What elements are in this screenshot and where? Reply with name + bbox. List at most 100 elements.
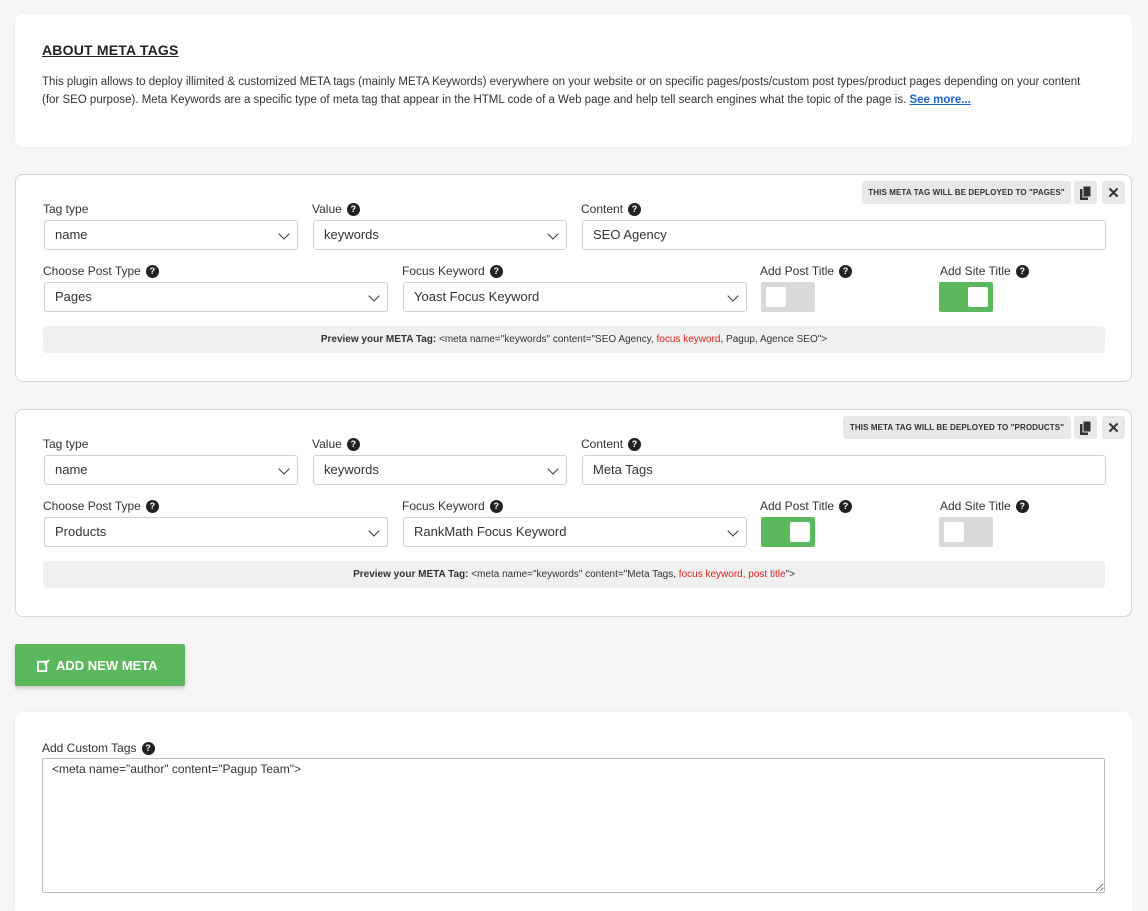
post-type-value: Pages	[55, 289, 92, 304]
add-site-title-label: Add Site Title?	[940, 499, 1029, 513]
add-new-meta-button[interactable]: ADD NEW META	[15, 644, 185, 686]
value-label: Value?	[312, 437, 360, 451]
post-type-label-text: Choose Post Type	[43, 264, 141, 278]
chevron-down-icon	[368, 290, 380, 302]
tag-type-label-text: Tag type	[43, 202, 89, 216]
remove-button[interactable]: ✕	[1102, 416, 1125, 439]
chevron-down-icon	[278, 228, 290, 240]
value-label: Value?	[312, 202, 360, 216]
meta-preview: Preview your META Tag: <meta name="keywo…	[43, 326, 1105, 353]
post-type-value: Products	[55, 524, 107, 539]
help-icon[interactable]: ?	[489, 499, 503, 513]
content-label: Content?	[581, 437, 642, 451]
help-icon[interactable]: ?	[141, 741, 155, 755]
focus-keyword-label-text: Focus Keyword	[402, 499, 485, 513]
content-input[interactable]: SEO Agency	[582, 220, 1106, 250]
content-label-text: Content	[581, 202, 624, 216]
preview-text: <meta name="keywords" content="Meta Tags…	[471, 569, 679, 580]
see-more-link[interactable]: See more...	[909, 94, 970, 106]
tag-type-value: name	[55, 462, 88, 477]
help-icon[interactable]: ?	[839, 264, 853, 278]
about-title: ABOUT META TAGS	[42, 42, 179, 58]
add-new-meta-label: ADD NEW META	[56, 657, 158, 673]
post-type-label: Choose Post Type?	[43, 264, 159, 278]
help-icon[interactable]: ?	[839, 499, 853, 513]
value-label-text: Value	[312, 437, 342, 451]
help-icon[interactable]: ?	[145, 264, 159, 278]
value-value: keywords	[324, 227, 379, 242]
focus-keyword-select[interactable]: Yoast Focus Keyword	[403, 282, 747, 312]
add-post-title-toggle[interactable]	[761, 282, 815, 312]
deploy-badge: THIS META TAG WILL BE DEPLOYED TO "PAGES…	[862, 181, 1071, 204]
value-select[interactable]: keywords	[313, 455, 567, 485]
tag-type-select[interactable]: name	[44, 220, 298, 250]
help-icon[interactable]: ?	[145, 499, 159, 513]
preview-text: <meta name="keywords" content="SEO Agenc…	[439, 334, 657, 345]
meta-tag-card: THIS META TAG WILL BE DEPLOYED TO "PAGES…	[15, 174, 1132, 382]
content-label: Content?	[581, 202, 642, 216]
focus-keyword-label: Focus Keyword?	[402, 499, 503, 513]
focus-keyword-label: Focus Keyword?	[402, 264, 503, 278]
content-input[interactable]: Meta Tags	[582, 455, 1106, 485]
chevron-down-icon	[727, 290, 739, 302]
copy-icon	[1079, 420, 1091, 435]
help-icon[interactable]: ?	[346, 437, 360, 451]
post-type-label: Choose Post Type?	[43, 499, 159, 513]
post-type-select[interactable]: Products	[44, 517, 388, 547]
preview-text-end: ">	[785, 569, 795, 580]
focus-keyword-label-text: Focus Keyword	[402, 264, 485, 278]
add-post-title-label: Add Post Title?	[760, 264, 853, 278]
custom-tags-textarea[interactable]: <meta name="author" content="Pagup Team"…	[42, 758, 1105, 893]
toggle-knob	[944, 522, 964, 542]
toggle-knob	[968, 287, 988, 307]
preview-highlight: focus keyword	[656, 334, 721, 345]
tag-type-value: name	[55, 227, 88, 242]
custom-tags-card: Add Custom Tags? <meta name="author" con…	[15, 712, 1132, 911]
chevron-down-icon	[727, 525, 739, 537]
content-label-text: Content	[581, 437, 624, 451]
help-icon[interactable]: ?	[346, 202, 360, 216]
copy-icon	[1079, 185, 1091, 200]
close-icon: ✕	[1107, 419, 1120, 437]
tag-type-label: Tag type	[43, 437, 88, 451]
preview-label: Preview your META Tag:	[320, 334, 437, 345]
content-value: Meta Tags	[593, 462, 653, 477]
add-post-title-label: Add Post Title?	[760, 499, 853, 513]
help-icon[interactable]: ?	[489, 264, 503, 278]
add-site-title-label-text: Add Site Title	[940, 264, 1011, 278]
chevron-down-icon	[368, 525, 380, 537]
remove-button[interactable]: ✕	[1102, 181, 1125, 204]
add-site-title-label-text: Add Site Title	[940, 499, 1011, 513]
add-post-title-label-text: Add Post Title	[760, 499, 835, 513]
post-type-select[interactable]: Pages	[44, 282, 388, 312]
tag-type-select[interactable]: name	[44, 455, 298, 485]
help-icon[interactable]: ?	[1015, 264, 1029, 278]
add-post-title-toggle[interactable]	[761, 517, 815, 547]
preview-highlight: focus keyword, post title	[678, 569, 786, 580]
duplicate-button[interactable]	[1074, 181, 1097, 204]
chevron-down-icon	[278, 463, 290, 475]
help-icon[interactable]: ?	[1015, 499, 1029, 513]
custom-tags-label: Add Custom Tags?	[42, 741, 155, 755]
focus-keyword-select[interactable]: RankMath Focus Keyword	[403, 517, 747, 547]
close-icon: ✕	[1107, 184, 1120, 202]
about-description: This plugin allows to deploy illimited &…	[42, 73, 1082, 109]
value-select[interactable]: keywords	[313, 220, 567, 250]
add-post-title-label-text: Add Post Title	[760, 264, 835, 278]
add-site-title-label: Add Site Title?	[940, 264, 1029, 278]
preview-label: Preview your META Tag:	[353, 569, 469, 580]
chevron-down-icon	[547, 228, 559, 240]
help-icon[interactable]: ?	[628, 437, 642, 451]
tag-type-label: Tag type	[43, 202, 88, 216]
add-site-title-toggle[interactable]	[939, 282, 993, 312]
help-icon[interactable]: ?	[628, 202, 642, 216]
deploy-badge: THIS META TAG WILL BE DEPLOYED TO "PRODU…	[843, 416, 1071, 439]
tag-type-label-text: Tag type	[43, 437, 89, 451]
add-site-title-toggle[interactable]	[939, 517, 993, 547]
duplicate-button[interactable]	[1074, 416, 1097, 439]
content-value: SEO Agency	[593, 227, 667, 242]
meta-tag-card: THIS META TAG WILL BE DEPLOYED TO "PRODU…	[15, 409, 1132, 617]
value-label-text: Value	[312, 202, 342, 216]
toggle-knob	[790, 522, 810, 542]
chevron-down-icon	[547, 463, 559, 475]
